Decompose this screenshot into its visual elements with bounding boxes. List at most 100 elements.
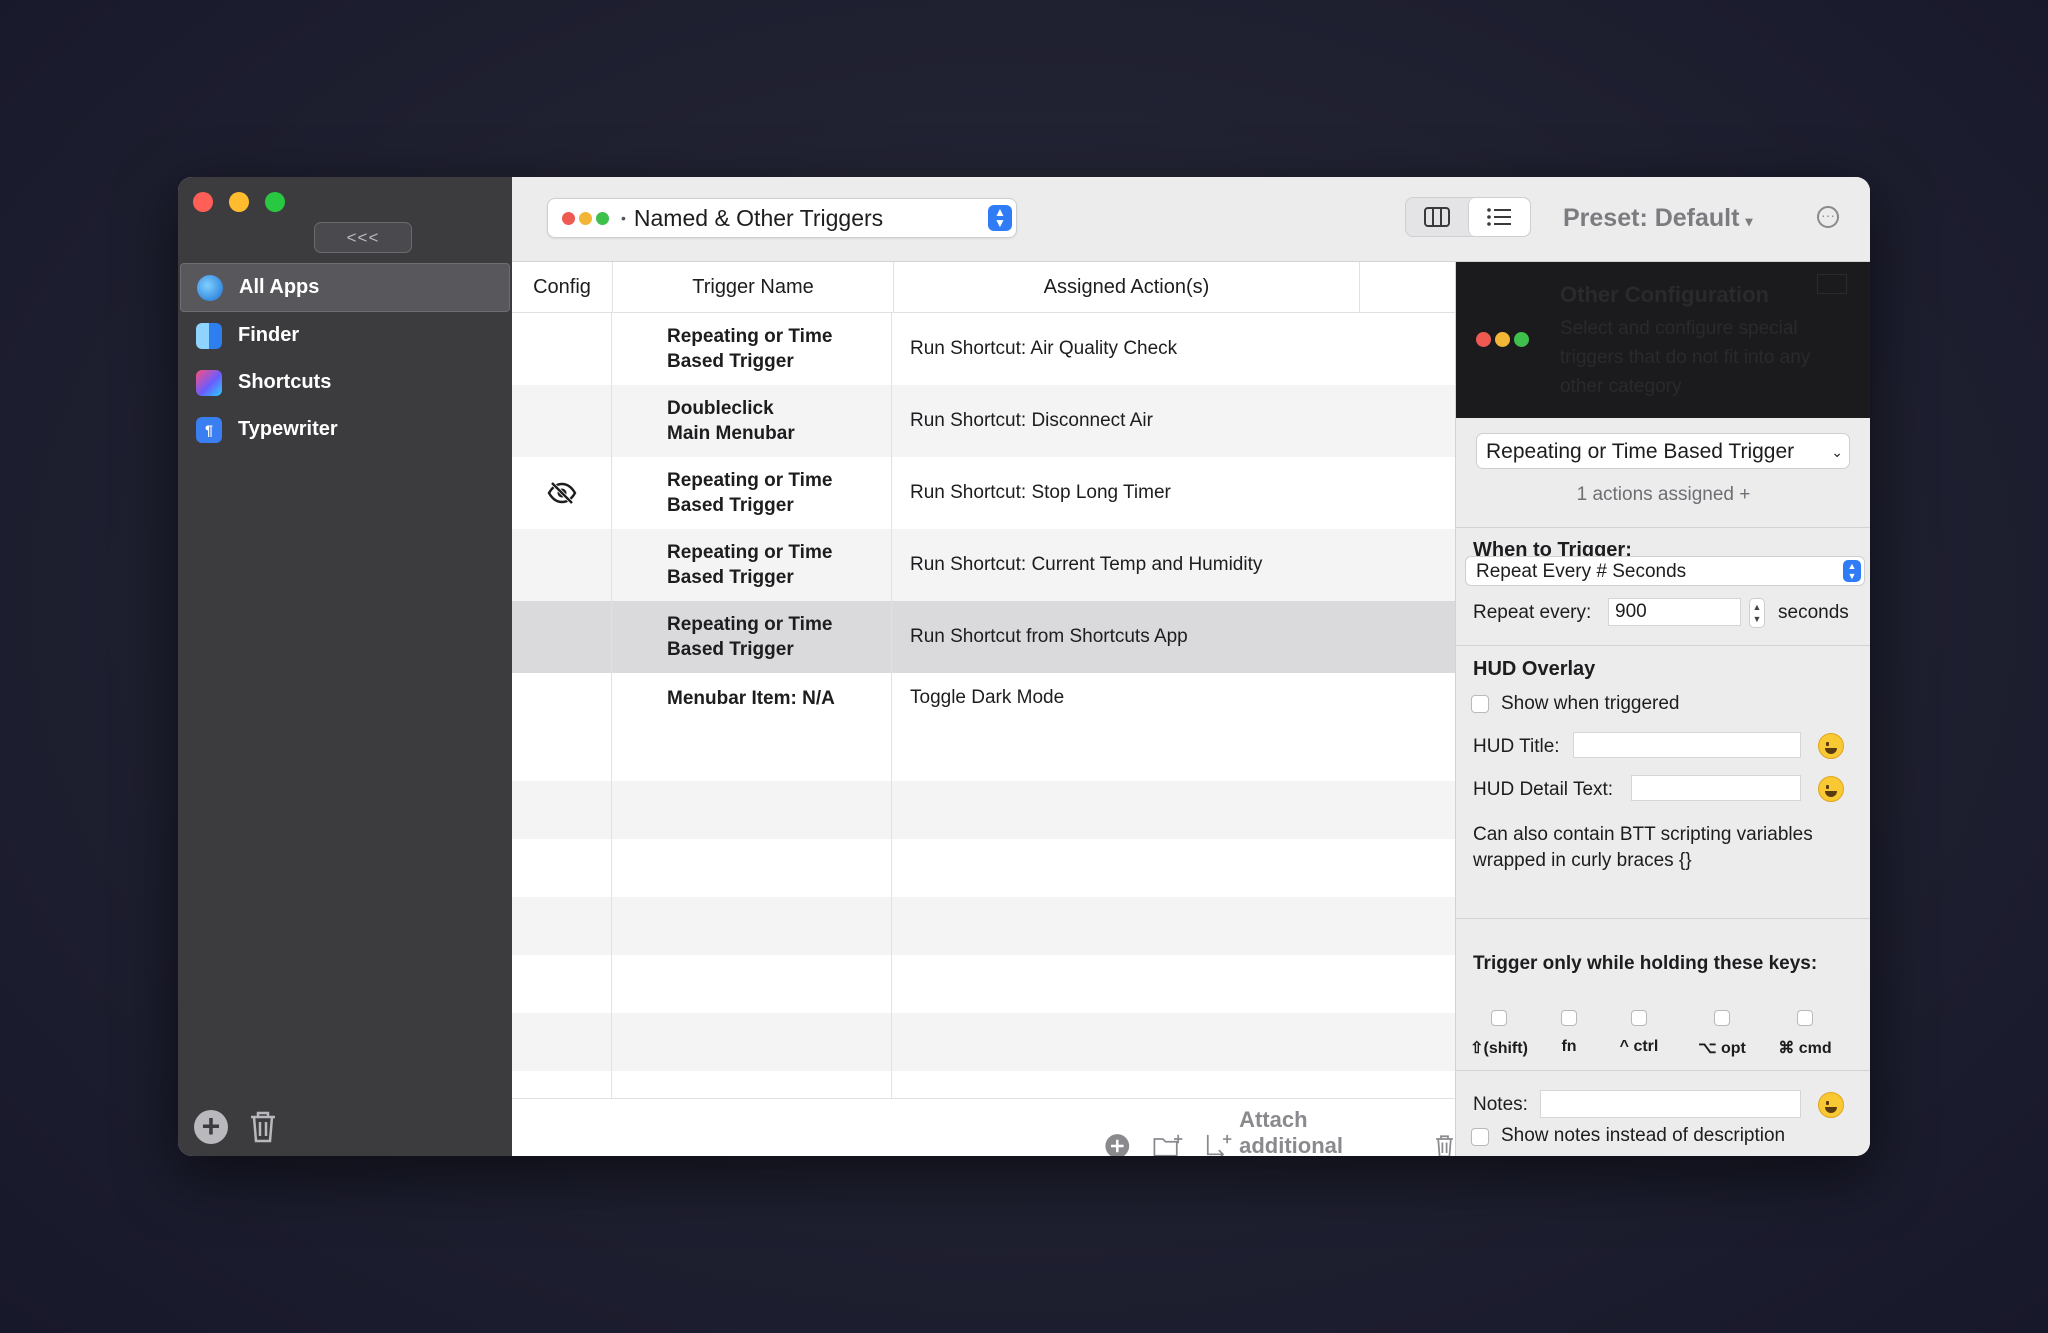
divider: [1456, 527, 1870, 528]
other-configuration-header: Other Configuration Select and configure…: [1456, 262, 1870, 418]
repeat-mode-label: Repeat Every # Seconds: [1476, 561, 1687, 582]
trigger-name-cell: Menubar Item: N/A: [612, 673, 892, 723]
eye-slash-icon[interactable]: [547, 481, 577, 505]
show-notes-checkbox[interactable]: [1471, 1128, 1489, 1146]
column-header-assigned-actions[interactable]: Assigned Action(s): [894, 262, 1360, 312]
preset-selector[interactable]: Preset: Default ▾: [1563, 204, 1752, 233]
more-options-icon[interactable]: ···: [1817, 206, 1839, 228]
sidebar-footer: +: [194, 1110, 278, 1144]
triggers-table: Config Trigger Name Assigned Action(s) R…: [512, 262, 1455, 1098]
ctrl-key-checkbox[interactable]: [1631, 1010, 1647, 1026]
shortcuts-icon: [196, 369, 222, 396]
emoji-picker-icon[interactable]: [1818, 776, 1844, 802]
sidebar-item-typewriter[interactable]: ¶ Typewriter: [178, 406, 512, 453]
table-row[interactable]: Doubleclick Main Menubar Run Shortcut: Di…: [512, 385, 1455, 457]
sidebar-item-label: Typewriter: [238, 418, 338, 440]
ctrl-key-option: ^ ctrl: [1609, 1010, 1669, 1056]
hud-detail-input[interactable]: [1631, 775, 1801, 801]
attach-action-icon: [1207, 1134, 1232, 1156]
finder-icon: [196, 322, 222, 349]
empty-row: [512, 955, 1455, 1013]
sidebar: <<< All Apps Finder Shortcuts ¶ Typewrit…: [178, 177, 513, 1156]
action-tools: Attach additional action: [1104, 1107, 1455, 1156]
shift-key-label: ⇧(shift): [1470, 1040, 1528, 1057]
fn-key-checkbox[interactable]: [1561, 1010, 1577, 1026]
columns-view-button[interactable]: [1406, 198, 1468, 236]
category-color-dots: [1476, 332, 1529, 347]
column-header-config[interactable]: Config: [512, 262, 613, 312]
minimize-window-button[interactable]: [229, 192, 249, 212]
typewriter-icon: ¶: [196, 416, 222, 443]
add-app-button[interactable]: +: [194, 1110, 228, 1144]
window-controls: [193, 192, 285, 212]
sidebar-item-finder[interactable]: Finder: [178, 312, 512, 359]
seconds-label: seconds: [1778, 602, 1849, 623]
empty-row: [512, 897, 1455, 955]
config-cell: [512, 601, 612, 673]
config-cell: [512, 673, 612, 723]
collapse-sidebar-button[interactable]: <<<: [314, 222, 412, 253]
trigger-group-label: Named & Other Triggers: [633, 204, 884, 231]
attach-additional-action-button[interactable]: Attach additional action: [1205, 1107, 1412, 1156]
shift-key-checkbox[interactable]: [1491, 1010, 1507, 1026]
divider: [1456, 645, 1870, 646]
close-window-button[interactable]: [193, 192, 213, 212]
repeat-every-stepper[interactable]: ▲ ▼: [1749, 598, 1765, 628]
emoji-picker-icon[interactable]: [1818, 1092, 1844, 1118]
trigger-group-select[interactable]: • Named & Other Triggers ▲ ▼: [547, 198, 1017, 238]
assigned-action-cell: Run Shortcut: Air Quality Check: [910, 338, 1178, 359]
list-view-button[interactable]: [1467, 198, 1530, 236]
table-row-selected[interactable]: Repeating or Time Based Trigger Run Short…: [512, 601, 1455, 673]
toolbar: • Named & Other Triggers ▲ ▼ Preset: Def…: [512, 177, 1870, 262]
show-when-triggered-checkbox[interactable]: [1471, 695, 1489, 713]
hud-variables-note: Can also contain BTT scripting variables…: [1473, 824, 1813, 871]
ctrl-key-label: ^ ctrl: [1619, 1038, 1659, 1055]
table-row[interactable]: Repeating or Time Based Trigger Run Short…: [512, 457, 1455, 529]
trigger-type-select[interactable]: Repeating or Time Based Trigger ⌄: [1476, 433, 1850, 469]
emoji-picker-icon[interactable]: [1818, 733, 1844, 759]
window-corner-icon: [1817, 274, 1847, 294]
modifier-keys-heading: Trigger only while holding these keys:: [1473, 953, 1818, 974]
trigger-name-cell: Repeating or Time Based Trigger: [612, 457, 892, 529]
assigned-action-cell: Run Shortcut: Stop Long Timer: [910, 482, 1171, 503]
repeat-mode-select[interactable]: Repeat Every # Seconds ▲ ▼: [1465, 556, 1865, 586]
table-row[interactable]: Repeating or Time Based Trigger Run Short…: [512, 313, 1455, 385]
zoom-window-button[interactable]: [265, 192, 285, 212]
empty-row: [512, 781, 1455, 839]
trigger-name-cell: Repeating or Time Based Trigger: [612, 601, 892, 673]
trash-icon[interactable]: [248, 1110, 278, 1144]
trigger-name-cell: Repeating or Time Based Trigger: [612, 313, 892, 385]
delete-action-icon[interactable]: [1434, 1128, 1455, 1156]
hud-title-input[interactable]: [1573, 732, 1801, 758]
actions-assigned-link[interactable]: 1 actions assigned +: [1456, 484, 1870, 506]
sidebar-item-label: Shortcuts: [238, 371, 332, 393]
notes-input[interactable]: [1540, 1090, 1801, 1118]
view-mode-segmented-control: [1405, 197, 1531, 237]
add-action-icon[interactable]: [1104, 1127, 1131, 1156]
assigned-action-cell: Run Shortcut: Disconnect Air: [910, 410, 1153, 431]
cmd-key-checkbox[interactable]: [1797, 1010, 1813, 1026]
config-cell: [512, 313, 612, 385]
sidebar-item-shortcuts[interactable]: Shortcuts: [178, 359, 512, 406]
group-color-dots: [562, 211, 609, 225]
config-cell: [512, 385, 612, 457]
opt-key-checkbox[interactable]: [1714, 1010, 1730, 1026]
table-row[interactable]: Repeating or Time Based Trigger Run Short…: [512, 529, 1455, 601]
other-config-title: Other Configuration: [1560, 282, 1769, 307]
columns-icon: [1423, 207, 1450, 227]
add-folder-icon[interactable]: [1153, 1128, 1184, 1156]
preset-label: Preset: Default: [1563, 204, 1740, 232]
column-header-trigger-name[interactable]: Trigger Name: [613, 262, 894, 312]
assigned-action-cell: Toggle Dark Mode: [910, 687, 1065, 708]
trigger-name-cell: Doubleclick Main Menubar: [612, 385, 892, 457]
list-icon: [1487, 208, 1512, 226]
shift-key-option: ⇧(shift): [1469, 1010, 1529, 1058]
table-header: Config Trigger Name Assigned Action(s): [512, 262, 1455, 313]
table-row[interactable]: Menubar Item: N/A Toggle Dark Mode: [512, 673, 1455, 723]
select-stepper-icon: ▲ ▼: [988, 205, 1012, 231]
sidebar-item-label: All Apps: [239, 276, 320, 298]
app-window: <<< All Apps Finder Shortcuts ¶ Typewrit…: [178, 177, 1870, 1156]
sidebar-item-all-apps[interactable]: All Apps: [180, 263, 510, 312]
empty-row: [512, 1071, 1455, 1098]
repeat-every-input[interactable]: 900: [1608, 598, 1741, 626]
